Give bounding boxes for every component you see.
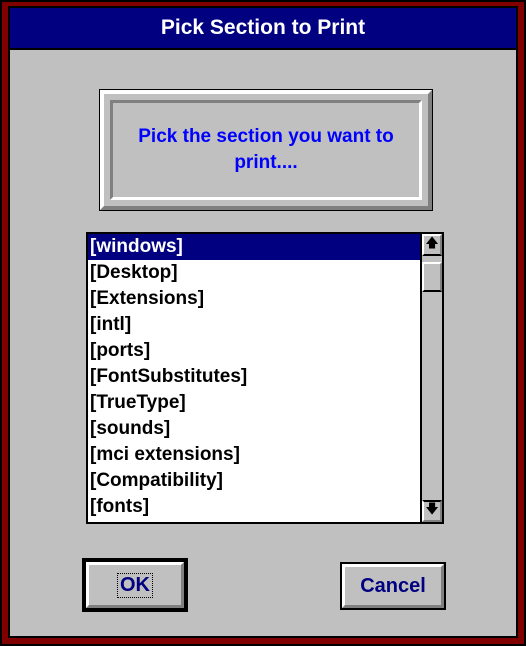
list-item-fontsubstitutes[interactable]: [FontSubstitutes]: [88, 364, 422, 390]
cancel-button[interactable]: Cancel: [340, 562, 446, 610]
message-panel: Pick the section you want to print....: [99, 89, 433, 211]
scroll-up-button[interactable]: 🡅: [422, 234, 442, 256]
dialog-title: Pick Section to Print: [160, 16, 366, 39]
list-item-extensions[interactable]: [Extensions]: [88, 286, 422, 312]
arrow-up-icon: 🡅: [425, 235, 439, 250]
list-item-compatibility[interactable]: [Compatibility]: [88, 468, 422, 494]
message-text: Pick the section you want to print....: [110, 100, 422, 200]
list-item-sounds[interactable]: [sounds]: [88, 416, 422, 442]
vertical-scrollbar[interactable]: 🡅 🡇: [420, 234, 442, 522]
dialog-frame: Pick Section to Print Pick the section y…: [8, 6, 518, 638]
dialog-titlebar[interactable]: Pick Section to Print: [10, 8, 516, 50]
section-list[interactable]: [windows] [Desktop] [Extensions] [intl] …: [88, 234, 422, 522]
list-item-truetype[interactable]: [TrueType]: [88, 390, 422, 416]
list-item-ports[interactable]: [ports]: [88, 338, 422, 364]
ok-button[interactable]: OK: [82, 558, 188, 612]
section-listbox[interactable]: [windows] [Desktop] [Extensions] [intl] …: [86, 232, 444, 524]
ok-button-label: OK: [117, 572, 153, 598]
list-item-fonts[interactable]: [fonts]: [88, 494, 422, 520]
list-item-intl[interactable]: [intl]: [88, 312, 422, 338]
list-item-mci-extensions[interactable]: [mci extensions]: [88, 442, 422, 468]
arrow-down-icon: 🡇: [425, 501, 439, 516]
list-item-desktop[interactable]: [Desktop]: [88, 260, 422, 286]
scroll-down-button[interactable]: 🡇: [422, 500, 442, 522]
list-item-windows[interactable]: [windows]: [88, 234, 422, 260]
pick-section-dialog: Pick Section to Print Pick the section y…: [0, 0, 526, 646]
cancel-button-label: Cancel: [360, 574, 426, 597]
scroll-thumb[interactable]: [422, 262, 442, 292]
dialog-client-area: Pick the section you want to print.... […: [10, 50, 516, 636]
